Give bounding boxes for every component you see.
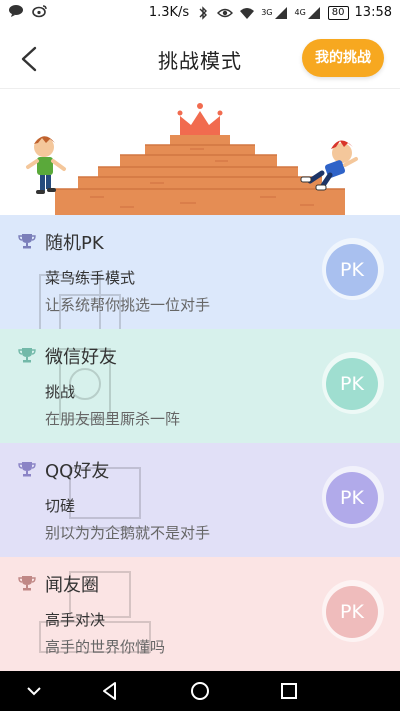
mode-description: 别以为为企鹅就不是对手 xyxy=(45,524,211,542)
mode-description: 在朋友圈里厮杀一阵 xyxy=(45,410,181,428)
chevron-down-icon[interactable] xyxy=(22,679,46,703)
pk-button[interactable]: PK xyxy=(326,472,378,524)
mode-card-random-pk[interactable]: 随机PK 菜鸟练手模式 让系统帮你挑选一位对手 PK xyxy=(0,215,400,329)
mode-card-wenyou-circle[interactable]: 闻友圈 高手对决 高手的世界你懂吗 PK xyxy=(0,557,400,671)
pk-button[interactable]: PK xyxy=(326,244,378,296)
battery-indicator: 80 xyxy=(327,5,349,20)
back-triangle-icon[interactable] xyxy=(98,679,122,703)
mode-description: 高手的世界你懂吗 xyxy=(45,638,166,656)
cell-signal-icon xyxy=(274,6,287,19)
mode-subtitle: 菜鸟练手模式 xyxy=(45,269,136,287)
screen: 1.3K/s 3G 4G 80 13:58 挑战模式 我的挑战 随机PK 菜鸟练… xyxy=(0,0,400,711)
system-nav-bar xyxy=(0,671,400,711)
banner-illustration xyxy=(0,89,400,215)
chat-bubble-icon xyxy=(9,5,23,17)
mode-subtitle: 挑战 xyxy=(45,383,76,401)
trophy-icon xyxy=(18,348,36,363)
left-boy-figure xyxy=(26,136,66,194)
wifi-icon xyxy=(240,7,255,19)
recents-square-icon[interactable] xyxy=(277,679,301,703)
signal-label-3g: 3G xyxy=(261,8,273,17)
clock: 13:58 xyxy=(354,5,392,20)
mode-description: 让系统帮你挑选一位对手 xyxy=(45,296,211,314)
mode-card-wechat-friends[interactable]: 微信好友 挑战 在朋友圈里厮杀一阵 PK xyxy=(0,329,400,443)
trophy-icon xyxy=(18,576,36,591)
trophy-icon xyxy=(18,462,36,477)
mode-title: 闻友圈 xyxy=(45,575,99,596)
signal-label-4g: 4G xyxy=(294,8,306,17)
cell-signal-icon-2 xyxy=(307,6,320,19)
status-bar: 1.3K/s 3G 4G 80 13:58 xyxy=(0,0,400,28)
mode-subtitle: 切磋 xyxy=(45,497,76,515)
right-boy-figure xyxy=(300,140,358,191)
stairs-illustration xyxy=(26,103,358,215)
mode-title: 随机PK xyxy=(45,233,104,254)
eye-icon xyxy=(217,8,234,17)
mode-title: QQ好友 xyxy=(45,461,110,482)
status-left xyxy=(8,4,48,18)
mode-card-qq-friends[interactable]: QQ好友 切磋 别以为为企鹅就不是对手 PK xyxy=(0,443,400,557)
network-speed: 1.3K/s xyxy=(148,5,190,20)
home-circle-icon[interactable] xyxy=(188,679,212,703)
status-right: 1.3K/s 3G 4G 80 13:58 xyxy=(149,5,392,20)
header: 挑战模式 我的挑战 xyxy=(0,28,400,89)
pk-button[interactable]: PK xyxy=(326,358,378,410)
mode-title: 微信好友 xyxy=(45,347,117,368)
bluetooth-icon xyxy=(199,5,208,20)
pk-button[interactable]: PK xyxy=(326,586,378,638)
trophy-icon xyxy=(18,234,36,249)
my-challenge-button[interactable]: 我的挑战 xyxy=(302,39,384,77)
weibo-icon xyxy=(32,5,47,18)
mode-subtitle: 高手对决 xyxy=(45,611,106,629)
